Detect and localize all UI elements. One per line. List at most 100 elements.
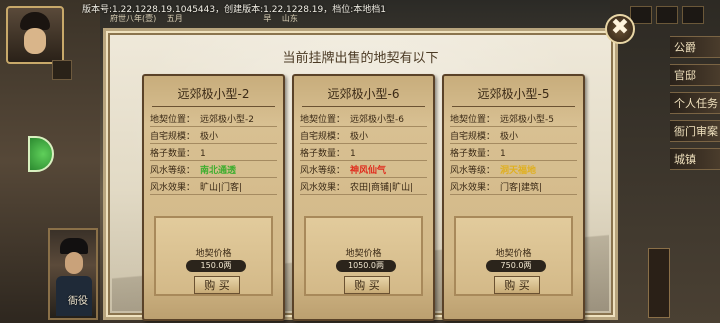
fengshui-level-row: 风水等级： 南北通透 (150, 163, 236, 177)
fengshui-effect-row: 风水效果： 旷山|门客| (150, 180, 242, 194)
fengshui-level-row: 风水等级： 洞天福地 (450, 163, 536, 177)
dialog-title: 当前挂牌出售的地契有以下 (282, 51, 439, 66)
region-text: 山东 (281, 14, 298, 23)
divider (150, 143, 277, 144)
fengshui-effect-row: 风水效果： 门客|建筑| (450, 180, 542, 194)
price-value: 750.0两 (486, 260, 546, 272)
fengshui-effect-value: 旷山|门客| (200, 183, 243, 193)
fengshui-level-value: 洞天福地 (500, 166, 537, 176)
grid-label: 格子数量： (300, 149, 346, 159)
divider (300, 160, 427, 161)
location-value: 远郊极小型-6 (350, 115, 404, 125)
price-label: 地契价格 (195, 249, 232, 259)
right-menu: 公爵 官邸 个人任务 衙门审案 城镇 (630, 0, 720, 323)
scale-row: 自宅规模： 极小 (300, 129, 368, 143)
divider (302, 106, 425, 107)
divider (300, 177, 427, 178)
scale-label: 自宅规模： (150, 132, 196, 142)
menu-icon-3[interactable] (682, 6, 704, 24)
menu-residence[interactable]: 官邸 (670, 64, 720, 86)
price-label: 地契价格 (345, 249, 382, 259)
divider (450, 126, 577, 127)
divider (150, 177, 277, 178)
location-value: 远郊极小型-2 (200, 115, 254, 125)
price-label: 地契价格 (495, 249, 532, 259)
buy-button[interactable]: 购 买 (494, 276, 540, 294)
grid-label: 格子数量： (450, 149, 496, 159)
scroll-box-icon[interactable] (648, 248, 670, 318)
fengshui-effect-label: 风水效果： (300, 183, 346, 193)
grid-value: 1 (200, 149, 206, 159)
price-box: 地契价格 150.0两 购 买 (154, 216, 273, 296)
divider (152, 106, 275, 107)
card-title: 远郊极小型-2 (177, 87, 250, 101)
face-icon (24, 28, 46, 54)
fengshui-level-value: 南北通透 (200, 166, 237, 176)
fengshui-effect-label: 风水效果： (150, 183, 196, 193)
fengshui-effect-value: 农田|商铺|旷山| (350, 183, 414, 193)
divider (452, 106, 575, 107)
buy-button[interactable]: 购 买 (344, 276, 390, 294)
grid-row: 格子数量： 1 (300, 146, 356, 160)
scale-label: 自宅规模： (300, 132, 346, 142)
scale-row: 自宅规模： 极小 (150, 129, 218, 143)
divider (150, 194, 277, 195)
price-value: 150.0两 (186, 260, 246, 272)
fengshui-level-value: 神风仙气 (350, 166, 387, 176)
grid-value: 1 (350, 149, 356, 159)
scale-row: 自宅规模： 极小 (450, 129, 518, 143)
location-row: 地契位置： 远郊极小型-5 (450, 112, 554, 126)
month-text: 五月 (166, 14, 183, 23)
scale-label: 自宅规模： (450, 132, 496, 142)
deed-card: 远郊极小型-6 地契位置： 远郊极小型-6 自宅规模： 极小 格子数量： 1 风水等级… (292, 74, 435, 321)
portrait-label: 衙役 (68, 296, 88, 307)
divider (150, 126, 277, 127)
deed-card: 远郊极小型-5 地契位置： 远郊极小型-5 自宅规模： 极小 格子数量： 1 风水等级… (442, 74, 585, 321)
divider (300, 143, 427, 144)
side-box-icon[interactable] (52, 60, 72, 80)
divider (450, 143, 577, 144)
location-row: 地契位置： 远郊极小型-6 (300, 112, 404, 126)
time-text: 早 (263, 14, 272, 23)
era-text: 府世八年(壹) (110, 14, 157, 23)
scale-value: 极小 (350, 132, 369, 142)
date-bar: 府世八年(壹) 五月 早 山东 (110, 13, 306, 24)
portrait-face-icon (65, 252, 83, 274)
grid-label: 格子数量： (150, 149, 196, 159)
fengshui-level-label: 风水等级： (300, 166, 346, 176)
scale-value: 极小 (200, 132, 219, 142)
price-box: 地契价格 750.0两 购 买 (454, 216, 573, 296)
location-label: 地契位置： (150, 115, 196, 125)
land-deed-dialog: 当前挂牌出售的地契有以下 远郊极小型-2 地契位置： 远郊极小型-2 自宅规模： 极… (103, 28, 618, 321)
fengshui-level-row: 风水等级： 神风仙气 (300, 163, 386, 177)
deed-card: 远郊极小型-2 地契位置： 远郊极小型-2 自宅规模： 极小 格子数量： 1 风水等级… (142, 74, 285, 321)
divider (450, 177, 577, 178)
price-value: 1050.0两 (336, 260, 396, 272)
menu-personal-task[interactable]: 个人任务 (670, 92, 720, 114)
scale-value: 极小 (500, 132, 519, 142)
buy-button[interactable]: 购 买 (194, 276, 240, 294)
card-title: 远郊极小型-6 (327, 87, 400, 101)
location-row: 地契位置： 远郊极小型-2 (150, 112, 254, 126)
divider (300, 126, 427, 127)
fengshui-level-label: 风水等级： (450, 166, 496, 176)
fengshui-effect-value: 门客|建筑| (500, 183, 543, 193)
fengshui-effect-label: 风水效果： (450, 183, 496, 193)
menu-court-case[interactable]: 衙门审案 (670, 120, 720, 142)
divider (300, 194, 427, 195)
location-label: 地契位置： (450, 115, 496, 125)
location-value: 远郊极小型-5 (500, 115, 554, 125)
card-title: 远郊极小型-5 (477, 87, 550, 101)
grid-row: 格子数量： 1 (450, 146, 506, 160)
divider (450, 160, 577, 161)
player-avatar[interactable] (6, 6, 64, 64)
price-box: 地契价格 1050.0两 购 买 (304, 216, 423, 296)
menu-town[interactable]: 城镇 (670, 148, 720, 170)
menu-duke[interactable]: 公爵 (670, 36, 720, 58)
fengshui-level-label: 风水等级： (150, 166, 196, 176)
grid-value: 1 (500, 149, 506, 159)
menu-icon-2[interactable] (656, 6, 678, 24)
divider (150, 160, 277, 161)
grid-row: 格子数量： 1 (150, 146, 206, 160)
close-icon[interactable]: ✖ (605, 14, 635, 44)
